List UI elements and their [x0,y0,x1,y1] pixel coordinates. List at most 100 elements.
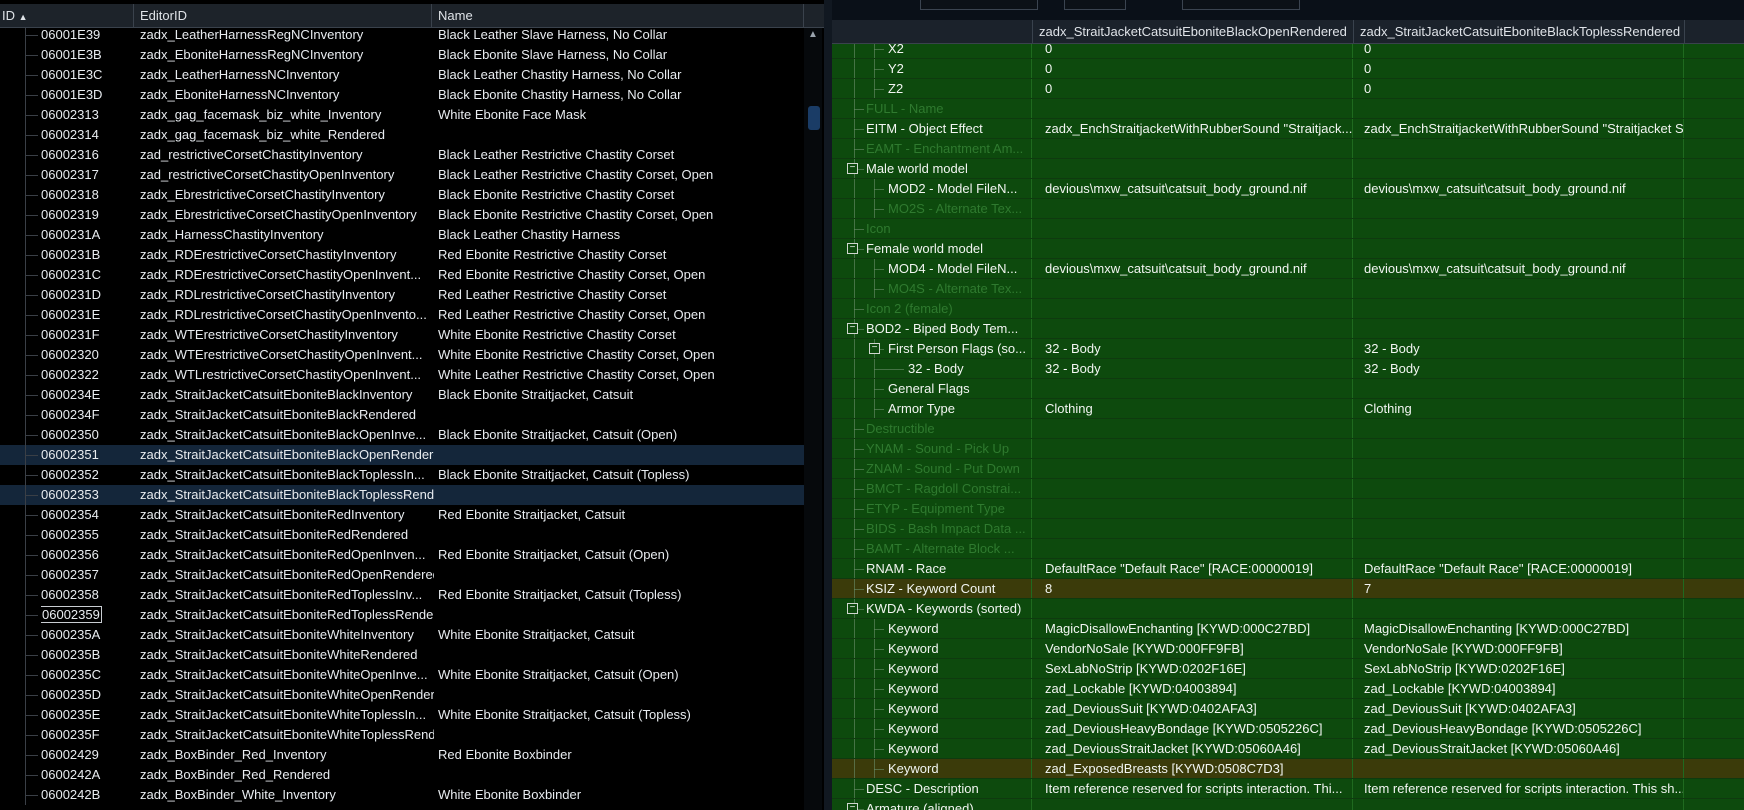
filter-input-3[interactable] [1182,0,1300,10]
record-row[interactable]: 0600231D zadx_RDLrestrictiveCorsetChastit… [0,285,804,305]
record-row[interactable]: 06002354 zadx_StraitJacketCatsuitEboniteR… [0,505,804,525]
field-value-record-2[interactable]: devious\mxw_catsuit\catsuit_body_ground.… [1354,259,1684,278]
field-value-record-2[interactable] [1354,159,1684,178]
field-value-record-2[interactable]: 32 - Body [1354,339,1684,358]
field-row[interactable]: ETYP - Equipment Type [832,499,1744,519]
field-value-record-2[interactable] [1354,99,1684,118]
field-value-record-2[interactable] [1354,459,1684,478]
record-row[interactable]: 06002356 zadx_StraitJacketCatsuitEboniteR… [0,545,804,565]
field-row[interactable]: Y2 0 0 [832,59,1744,79]
field-value-record-1[interactable] [1033,799,1353,810]
record-row[interactable]: 06002353 zadx_StraitJacketCatsuitEboniteB… [0,485,804,505]
record-row[interactable]: 0600235D zadx_StraitJacketCatsuitEboniteW… [0,685,804,705]
filter-input[interactable] [920,0,1038,10]
field-value-record-1[interactable] [1033,439,1353,458]
field-value-record-2[interactable]: 32 - Body [1354,359,1684,378]
field-row[interactable]: Z2 0 0 [832,79,1744,99]
panel-splitter[interactable] [824,0,832,810]
record-row[interactable]: 06002322 zadx_WTLrestrictiveCorsetChastit… [0,365,804,385]
field-value-record-1[interactable]: 32 - Body [1033,339,1353,358]
record-row[interactable]: 0600235B zadx_StraitJacketCatsuitEboniteW… [0,645,804,665]
column-header-record-2[interactable]: zadx_StraitJacketCatsuitEboniteBlackTopl… [1354,20,1685,44]
field-value-record-2[interactable] [1354,599,1684,618]
record-row[interactable]: 06002351 zadx_StraitJacketCatsuitEboniteB… [0,445,804,465]
field-value-record-2[interactable] [1354,539,1684,558]
field-value-record-2[interactable]: SexLabNoStrip [KYWD:0202F16E] [1354,659,1684,678]
field-value-record-1[interactable] [1033,379,1353,398]
field-row[interactable]: MOD4 - Model FileN... devious\mxw_catsuit… [832,259,1744,279]
record-row[interactable]: 06001E3C zadx_LeatherHarnessNCInventory Bl… [0,65,804,85]
field-value-record-2[interactable] [1354,479,1684,498]
field-row[interactable]: − Female world model [832,239,1744,259]
field-value-record-2[interactable]: DefaultRace "Default Race" [RACE:0000001… [1354,559,1684,578]
record-row[interactable]: 06001E3B zadx_EboniteHarnessRegNCInventor… [0,45,804,65]
record-row[interactable]: 0600235E zadx_StraitJacketCatsuitEboniteW… [0,705,804,725]
field-row[interactable]: BMCT - Ragdoll Constrai... [832,479,1744,499]
field-value-record-1[interactable] [1033,279,1353,298]
field-value-record-2[interactable]: VendorNoSale [KYWD:000FF9FB] [1354,639,1684,658]
field-row[interactable]: ZNAM - Sound - Put Down [832,459,1744,479]
record-row[interactable]: 0600235F zadx_StraitJacketCatsuitEboniteW… [0,725,804,745]
record-row[interactable]: 06002320 zadx_WTErestrictiveCorsetChastit… [0,345,804,365]
field-row[interactable]: FULL - Name [832,99,1744,119]
field-row[interactable]: Keyword MagicDisallowEnchanting [KYWD:000… [832,619,1744,639]
record-row[interactable]: 06001E39 zadx_LeatherHarnessRegNCInventor… [0,28,804,45]
field-value-record-2[interactable]: devious\mxw_catsuit\catsuit_body_ground.… [1354,179,1684,198]
field-row[interactable]: Keyword zad_DeviousHeavyBondage [KYWD:050… [832,719,1744,739]
field-row[interactable]: EAMT - Enchantment Am... [832,139,1744,159]
field-row[interactable]: RNAM - Race DefaultRace "Default Race" [R… [832,559,1744,579]
record-row[interactable]: 06002352 zadx_StraitJacketCatsuitEboniteB… [0,465,804,485]
field-row[interactable]: Keyword SexLabNoStrip [KYWD:0202F16E] SexL… [832,659,1744,679]
record-row[interactable]: 0600231F zadx_WTErestrictiveCorsetChastit… [0,325,804,345]
field-value-record-2[interactable]: 7 [1354,579,1684,598]
field-value-record-1[interactable]: 0 [1033,59,1353,78]
record-row[interactable]: 06002318 zadx_EbrestrictiveCorsetChastity… [0,185,804,205]
field-row[interactable]: MO2S - Alternate Tex... [832,199,1744,219]
field-value-record-2[interactable] [1354,319,1684,338]
field-value-record-2[interactable]: 0 [1354,44,1684,58]
field-value-record-2[interactable] [1354,439,1684,458]
record-list-scrollbar[interactable]: ▲ [804,28,822,810]
field-row[interactable]: Keyword zad_DeviousSuit [KYWD:0402AFA3] za… [832,699,1744,719]
field-value-record-1[interactable]: devious\mxw_catsuit\catsuit_body_ground.… [1033,179,1353,198]
field-row[interactable]: BAMT - Alternate Block ... [832,539,1744,559]
collapse-icon[interactable]: − [847,803,858,810]
field-row[interactable]: − BOD2 - Biped Body Tem... [832,319,1744,339]
field-row[interactable]: Icon [832,219,1744,239]
field-value-record-1[interactable] [1033,299,1353,318]
field-value-record-1[interactable] [1033,459,1353,478]
collapse-icon[interactable]: − [847,323,858,334]
record-row[interactable]: 0600242A zadx_BoxBinder_Red_Rendered [0,765,804,785]
field-row[interactable]: General Flags [832,379,1744,399]
field-row[interactable]: − Armature (aligned) [832,799,1744,810]
field-row[interactable]: X2 0 0 [832,44,1744,59]
field-value-record-1[interactable]: 0 [1033,79,1353,98]
field-value-record-2[interactable] [1354,279,1684,298]
field-row[interactable]: Keyword zad_Lockable [KYWD:04003894] zad_L… [832,679,1744,699]
field-value-record-2[interactable] [1354,419,1684,438]
field-value-record-2[interactable] [1354,759,1684,778]
field-value-record-2[interactable] [1354,199,1684,218]
record-row[interactable]: 0600235C zadx_StraitJacketCatsuitEboniteW… [0,665,804,685]
collapse-icon[interactable]: − [869,343,880,354]
field-row[interactable]: − Male world model [832,159,1744,179]
record-row[interactable]: 06002350 zadx_StraitJacketCatsuitEboniteB… [0,425,804,445]
field-value-record-1[interactable] [1033,219,1353,238]
field-value-record-1[interactable]: zad_ExposedBreasts [KYWD:0508C7D3] [1033,759,1353,778]
field-row[interactable]: MOD2 - Model FileN... devious\mxw_catsuit… [832,179,1744,199]
field-value-record-1[interactable] [1033,139,1353,158]
field-value-record-2[interactable] [1354,219,1684,238]
field-value-record-1[interactable]: zad_DeviousHeavyBondage [KYWD:0505226C] [1033,719,1353,738]
record-row[interactable]: 06002429 zadx_BoxBinder_Red_Inventory Red … [0,745,804,765]
field-value-record-1[interactable] [1033,479,1353,498]
field-value-record-2[interactable]: Clothing [1354,399,1684,418]
column-header-name[interactable]: Name [432,4,804,28]
column-header-record-1[interactable]: zadx_StraitJacketCatsuitEboniteBlackOpen… [1033,20,1354,44]
field-value-record-1[interactable]: zadx_EnchStraitjacketWithRubberSound "St… [1033,119,1353,138]
field-row[interactable]: Keyword zad_ExposedBreasts [KYWD:0508C7D3… [832,759,1744,779]
field-value-record-2[interactable] [1354,799,1684,810]
record-row[interactable]: 06002314 zadx_gag_facemask_biz_white_Rend… [0,125,804,145]
record-row[interactable]: 0600242B zadx_BoxBinder_White_Inventory Wh… [0,785,804,805]
field-row[interactable]: BIDS - Bash Impact Data ... [832,519,1744,539]
field-value-record-2[interactable] [1354,499,1684,518]
